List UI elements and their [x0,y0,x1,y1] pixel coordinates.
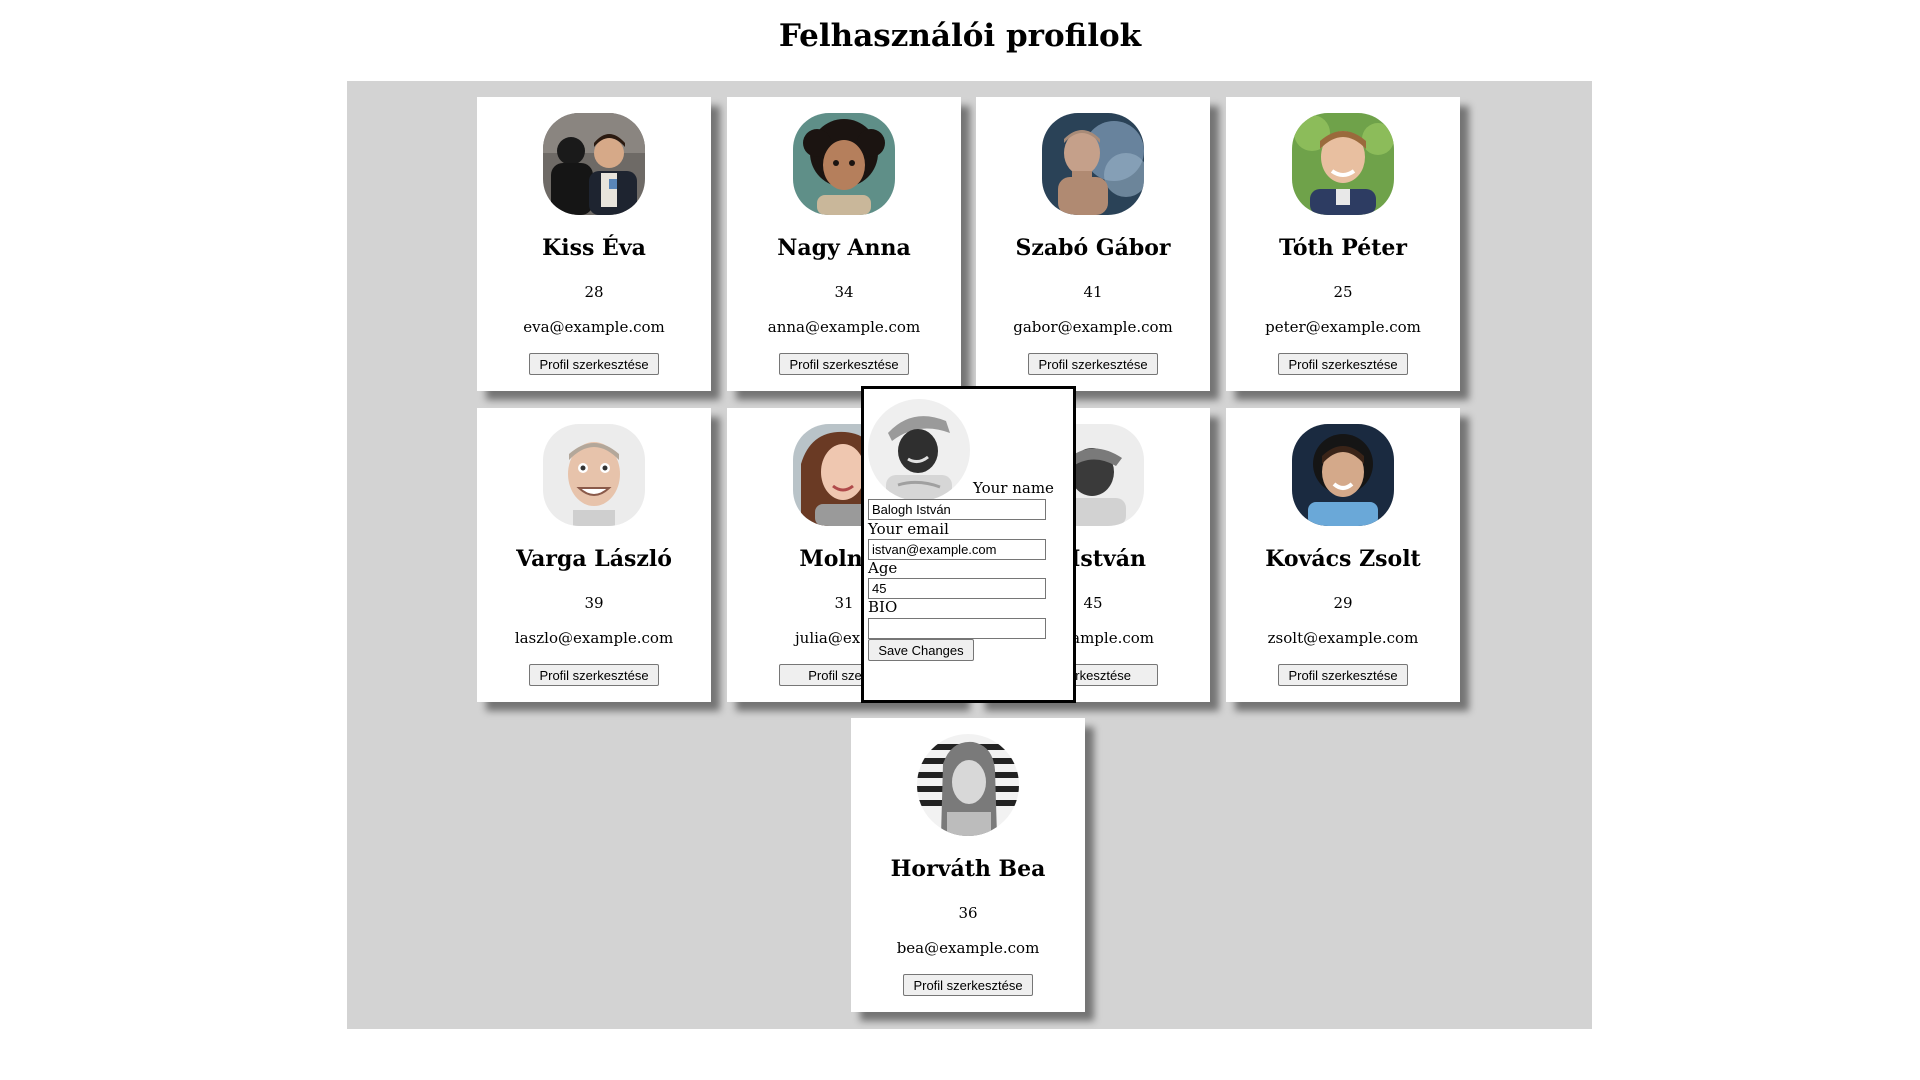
profile-card-kiss-eva: Kiss Éva 28 eva@example.com Profil szerk… [477,97,711,391]
page-title: Felhasználói profilok [778,18,1142,54]
profile-photo-image [543,113,645,215]
edit-profile-button[interactable]: Profil szerkesztése [1028,353,1158,375]
profile-age: 28 [584,283,604,301]
profile-photo [917,734,1019,836]
edit-profile-button[interactable]: Profil szerkesztése [529,664,659,686]
profile-email: laszlo@example.com [514,629,674,647]
email-label: Your email [868,520,949,538]
profile-age: 34 [834,283,854,301]
profile-name: Kiss Éva [542,235,646,261]
profile-photo-image [793,113,895,215]
profile-photo-image [543,424,645,526]
bio-input[interactable] [868,618,1046,639]
profile-card-horvath-bea: Horváth Bea 36 bea@example.com Profil sz… [851,718,1085,1012]
profile-card-kovacs-zsolt: Kovács Zsolt 29 zsolt@example.com Profil… [1226,408,1460,702]
profile-email: bea@example.com [896,939,1040,957]
profile-age: 36 [958,904,978,922]
profile-email: zsolt@example.com [1267,629,1419,647]
name-label: Your name [973,479,1054,497]
profile-card-szabo-gabor: Szabó Gábor 41 gabor@example.com Profil … [976,97,1210,391]
profile-age: 29 [1333,594,1353,612]
profile-photo [1292,424,1394,526]
profile-name: Szabó Gábor [1015,235,1171,261]
age-input[interactable] [868,578,1046,599]
profile-card-toth-peter: Tóth Péter 25 peter@example.com Profil s… [1226,97,1460,391]
profile-email: eva@example.com [523,318,665,336]
profile-email: anna@example.com [767,318,921,336]
profile-photo-image [917,734,1019,836]
profile-photo-image [1292,424,1394,526]
profile-card-nagy-anna: Nagy Anna 34 anna@example.com Profil sze… [727,97,961,391]
profile-age: 41 [1083,283,1103,301]
modal-profile-photo [868,399,970,501]
profile-name: Nagy Anna [777,235,911,261]
edit-profile-modal: Your name Your email Age BIO Save Change… [861,386,1076,703]
profile-photo-image [1042,113,1144,215]
profile-name: Kovács Zsolt [1265,546,1421,572]
bio-label: BIO [868,598,898,616]
name-input[interactable] [868,499,1046,520]
profile-name: Varga László [516,546,672,572]
profile-email: gabor@example.com [1013,318,1173,336]
profile-photo [543,424,645,526]
profile-name: Tóth Péter [1278,235,1408,261]
age-label: Age [868,559,898,577]
profile-name: Horváth Bea [890,856,1046,882]
save-changes-button[interactable]: Save Changes [868,639,974,661]
edit-profile-button[interactable]: Profil szerkesztése [1278,353,1408,375]
profile-card-varga-laszlo: Varga László 39 laszlo@example.com Profi… [477,408,711,702]
modal-profile-photo-image [868,399,970,501]
profile-email: peter@example.com [1265,318,1421,336]
profile-photo [543,113,645,215]
profile-photo [1292,113,1394,215]
profile-photo [793,113,895,215]
profile-age: 25 [1333,283,1353,301]
email-input[interactable] [868,539,1046,560]
profile-photo [1042,113,1144,215]
edit-profile-button[interactable]: Profil szerkesztése [903,974,1033,996]
profile-photo-image [1292,113,1394,215]
edit-profile-button[interactable]: Profil szerkesztése [1278,664,1408,686]
edit-profile-button[interactable]: Profil szerkesztése [779,353,909,375]
profile-age: 39 [584,594,604,612]
edit-profile-button[interactable]: Profil szerkesztése [529,353,659,375]
